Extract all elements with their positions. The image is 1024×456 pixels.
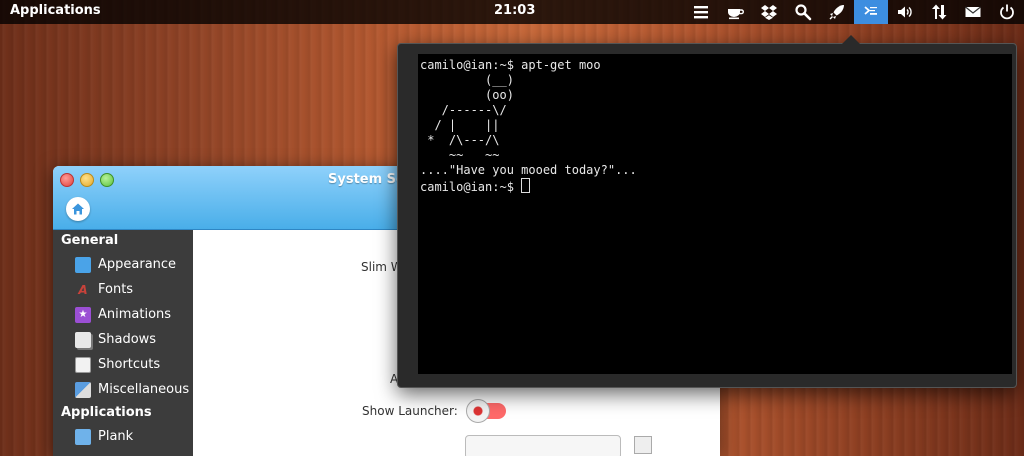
terminal-cursor — [521, 178, 531, 193]
sidebar-item-label: Fonts — [98, 282, 134, 297]
shortcuts-icon — [75, 356, 91, 373]
combo-side-button[interactable] — [634, 436, 652, 454]
session-indicator[interactable] — [990, 0, 1024, 24]
launcher-combobox[interactable] — [465, 435, 621, 456]
fonts-icon: A — [78, 282, 88, 297]
search-indicator[interactable] — [786, 0, 820, 24]
sidebar-item-plank[interactable]: Plank — [53, 424, 193, 449]
dropbox-icon — [761, 5, 777, 20]
terminal-line: camilo@ian:~$ apt-get moo — [420, 58, 601, 72]
top-panel: Applications 21:03 — [0, 0, 1024, 24]
plank-icon — [75, 428, 91, 445]
sidebar-item-label: Miscellaneous — [98, 382, 190, 397]
sidebar-section-applications: Applications — [61, 405, 152, 420]
caffeine-indicator[interactable] — [718, 0, 752, 24]
volume-icon — [898, 6, 912, 18]
sidebar-item-animations[interactable]: ★ Animations — [53, 302, 193, 327]
mail-icon — [965, 6, 981, 17]
terminal-line: /------\/ — [420, 103, 507, 117]
appearance-icon — [75, 256, 91, 273]
sidebar-item-miscellaneous[interactable]: Miscellaneous — [53, 377, 193, 402]
sidebar-item-appearance[interactable]: Appearance — [53, 252, 193, 277]
animations-icon: ★ — [75, 306, 91, 323]
miscellaneous-icon — [75, 381, 91, 398]
shadows-icon — [75, 331, 91, 348]
menu-icon — [694, 6, 708, 19]
coffee-cup-icon — [728, 9, 744, 20]
terminal-screen[interactable]: camilo@ian:~$ apt-get moo (__) (oo) /---… — [418, 54, 1012, 374]
messaging-indicator[interactable] — [956, 0, 990, 24]
sidebar-item-shortcuts[interactable]: Shortcuts — [53, 352, 193, 377]
terminal-line: ...."Have you mooed today?"... — [420, 163, 637, 177]
applications-menu[interactable]: Applications — [10, 0, 101, 22]
sidebar-item-label: Shadows — [98, 332, 157, 347]
terminal-popover: camilo@ian:~$ apt-get moo (__) (oo) /---… — [397, 35, 1017, 388]
sidebar-item-shadows[interactable]: Shadows — [53, 327, 193, 352]
indicator-area — [684, 0, 1024, 24]
close-button[interactable] — [60, 173, 74, 187]
terminal-prompt: camilo@ian:~$ — [420, 180, 522, 194]
terminal-line: / | || — [420, 118, 500, 132]
terminal-icon — [864, 6, 877, 15]
search-icon — [795, 4, 812, 21]
menu-indicator[interactable] — [684, 0, 718, 24]
show-launcher-label: Show Launcher: — [362, 404, 458, 418]
synapse-indicator[interactable] — [820, 0, 854, 24]
network-icon — [932, 4, 947, 20]
home-icon — [72, 203, 84, 215]
sidebar-item-label: Plank — [98, 429, 134, 444]
terminal-line: (__) — [420, 73, 514, 87]
sidebar-item-label: Shortcuts — [98, 357, 161, 372]
dropbox-indicator[interactable] — [752, 0, 786, 24]
rocket-icon — [829, 5, 844, 20]
terminal-line: * /\---/\ — [420, 133, 500, 147]
home-button[interactable] — [66, 197, 90, 221]
maximize-button[interactable] — [100, 173, 114, 187]
sidebar-item-label: Appearance — [98, 257, 177, 272]
settings-sidebar: General Appearance A Fonts ★ Animations … — [53, 230, 193, 456]
popover-arrow — [842, 35, 860, 44]
terminal-output: camilo@ian:~$ apt-get moo (__) (oo) /---… — [418, 54, 1012, 199]
toggle-knob — [466, 399, 490, 423]
show-launcher-toggle[interactable] — [466, 399, 506, 423]
terminal-indicator[interactable] — [854, 0, 888, 24]
network-indicator[interactable] — [922, 0, 956, 24]
sidebar-item-fonts[interactable]: A Fonts — [53, 277, 193, 302]
terminal-line: ~~ ~~ — [420, 148, 500, 162]
clock[interactable]: 21:03 — [494, 0, 535, 22]
sidebar-section-general: General — [61, 233, 119, 248]
sidebar-item-label: Animations — [98, 307, 172, 322]
minimize-button[interactable] — [80, 173, 94, 187]
power-icon — [1000, 4, 1014, 20]
sound-indicator[interactable] — [888, 0, 922, 24]
terminal-line: (oo) — [420, 88, 514, 102]
